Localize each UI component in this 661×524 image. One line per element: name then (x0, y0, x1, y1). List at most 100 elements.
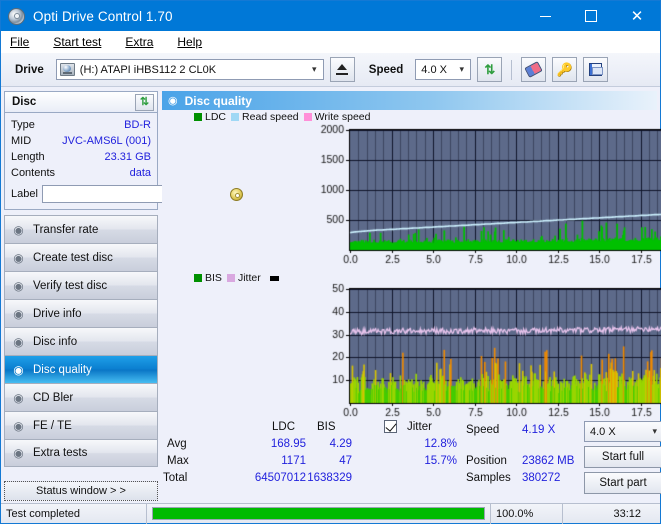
legend-item-write-speed: Write speed (303, 111, 371, 123)
disc-refresh-button[interactable]: ⇅ (135, 93, 154, 111)
sidebar-item-disc-quality[interactable]: ◉ Disc quality (4, 355, 158, 383)
menu-help-label: Help (177, 34, 203, 49)
status-window-button[interactable]: Status window > > (4, 481, 158, 501)
sidebar-item-drive-info[interactable]: ◉ Drive info (4, 299, 158, 327)
eject-button[interactable] (329, 57, 355, 82)
stats-avg-jitter: 12.8% (424, 438, 457, 450)
menu-bar: File Start test Extra Help (1, 31, 660, 53)
disc-length-value: 23.31 GB (104, 151, 151, 163)
disc-icon: ◉ (13, 334, 24, 349)
stats-header-jitter: Jitter (407, 421, 432, 433)
close-icon: ✕ (630, 6, 644, 25)
sidebar-item-label: Extra tests (33, 447, 88, 459)
disc-row-type: Type BD-R (11, 117, 151, 133)
sidebar-item-fe-te[interactable]: ◉ FE / TE (4, 411, 158, 439)
legend-swatch-jitter (226, 274, 235, 283)
title-bar: Opti Drive Control 1.70 ✕ (1, 1, 660, 31)
control-position-label: Position (466, 455, 507, 467)
sidebar-item-label: CD Bler (33, 391, 74, 404)
stats-row-label-avg: Avg (167, 438, 187, 450)
disc-icon: ◉ (13, 446, 24, 460)
app-icon (8, 7, 25, 25)
progress-bar (152, 507, 485, 520)
sidebar-item-disc-info[interactable]: ◉ Disc info (4, 327, 158, 355)
sidebar-item-create-test-disc[interactable]: ◉ Create test disc (4, 243, 158, 271)
maximize-button[interactable] (568, 1, 614, 31)
disc-type-value: BD-R (124, 119, 151, 131)
disc-label-row: Label (11, 184, 244, 204)
stats-total-bis: 1638329 (307, 472, 352, 484)
sidebar-item-label: Drive info (33, 307, 82, 320)
legend-swatch-write-speed (303, 113, 312, 121)
legend-label-bis: BIS (205, 272, 222, 285)
legend-swatch-bis (194, 274, 202, 283)
page-title: Disc quality (184, 93, 252, 108)
disc-contents-value: data (129, 167, 151, 179)
drive-select[interactable]: (H:) ATAPI iHBS112 2 CL0K ▾ (55, 59, 324, 80)
sidebar-item-label: Verify test disc (33, 279, 108, 292)
refresh-button[interactable]: ⇅ (477, 57, 503, 82)
menu-extra-label: Extra (125, 34, 154, 49)
progress-percent: 100.0% (490, 503, 562, 524)
sidebar-item-verify-test-disc[interactable]: ◉ Verify test disc (4, 271, 158, 299)
start-part-button[interactable]: Start part (584, 472, 661, 494)
jitter-checkbox[interactable] (384, 420, 397, 433)
legend-swatch-ldc (194, 113, 202, 121)
disc-icon: ◉ (13, 418, 24, 433)
disc-icon: ◉ (13, 306, 24, 321)
legend-swatch-read-speed (231, 113, 240, 121)
menu-item-help[interactable]: Help (177, 35, 215, 49)
chart-bottom-legend: BIS Jitter (194, 272, 279, 284)
status-message: Test completed (6, 507, 80, 520)
sidebar-nav: ◉ Transfer rate ◉ Create test disc ◉ Ver… (4, 215, 158, 467)
controls-panel: Speed 4.19 X Position 23862 MB Samples 3… (462, 419, 661, 503)
disc-type-key: Type (11, 119, 35, 131)
chevron-down-icon: ▾ (312, 64, 317, 74)
refresh-icon: ⇅ (484, 62, 496, 77)
disc-icon: ◉ (13, 222, 24, 237)
disc-icon: ◉ (168, 95, 178, 107)
stats-row-label-total: Total (163, 472, 188, 484)
save-icon (589, 63, 604, 76)
speed-label: Speed (368, 63, 404, 76)
stats-avg-ldc: 168.95 (270, 438, 306, 450)
test-speed-value: 4.0 X (590, 425, 616, 438)
sidebar-item-label: FE / TE (33, 419, 72, 432)
erase-button[interactable] (521, 57, 547, 82)
stats-area: LDC BIS Jitter Avg 168.95 4.29 12.8% Max… (162, 417, 661, 503)
sidebar-item-label: Transfer rate (33, 223, 99, 236)
disc-info-rows: Type BD-R MID JVC-AMS6L (001) Length 23.… (5, 113, 244, 209)
legend-label-write-speed: Write speed (314, 111, 371, 123)
keys-button[interactable]: 🔑 (552, 57, 578, 82)
sidebar-item-extra-tests[interactable]: ◉ Extra tests (4, 439, 158, 467)
menu-item-extra[interactable]: Extra (125, 35, 166, 49)
save-button[interactable] (583, 57, 609, 82)
menu-item-file[interactable]: File (10, 35, 42, 49)
sidebar-item-label: Disc info (33, 335, 78, 348)
main-area: Disc ⇅ Type BD-R MID JVC-AMS6L (001) Len… (1, 87, 661, 503)
control-samples-label: Samples (466, 472, 511, 484)
sidebar-item-label: Disc quality (33, 363, 92, 376)
start-full-button[interactable]: Start full (584, 446, 661, 468)
speed-select[interactable]: 4.0 X ▾ (415, 59, 472, 80)
close-button[interactable]: ✕ (614, 1, 660, 31)
drive-label: Drive (15, 63, 44, 76)
content-panel: ◉ Disc quality LDC Read speed Write spee… (162, 91, 661, 503)
app-window: Opti Drive Control 1.70 ✕ File Start tes… (0, 0, 661, 524)
resize-grip[interactable] (646, 504, 660, 524)
stats-avg-bis: 4.29 (329, 438, 352, 450)
sidebar-item-cd-bler[interactable]: ◉ CD Bler (4, 383, 158, 411)
disc-panel-title: Disc (12, 96, 37, 108)
minimize-button[interactable] (522, 1, 568, 31)
status-bar: Test completed 100.0% 33:12 (1, 503, 660, 524)
progress-cell (146, 503, 490, 524)
sidebar-item-transfer-rate[interactable]: ◉ Transfer rate (4, 215, 158, 243)
content-header: ◉ Disc quality (162, 91, 657, 110)
test-speed-select[interactable]: 4.0 X ▾ (584, 421, 661, 442)
disc-icon: ◉ (13, 362, 24, 377)
menu-item-start-test[interactable]: Start test (53, 35, 114, 49)
disc-contents-key: Contents (11, 167, 56, 179)
charts-area: LDC Read speed Write speed BIS Jitter LD… (162, 110, 661, 503)
legend-item-ldc: LDC (194, 111, 226, 123)
disc-icon: ◉ (13, 390, 24, 405)
